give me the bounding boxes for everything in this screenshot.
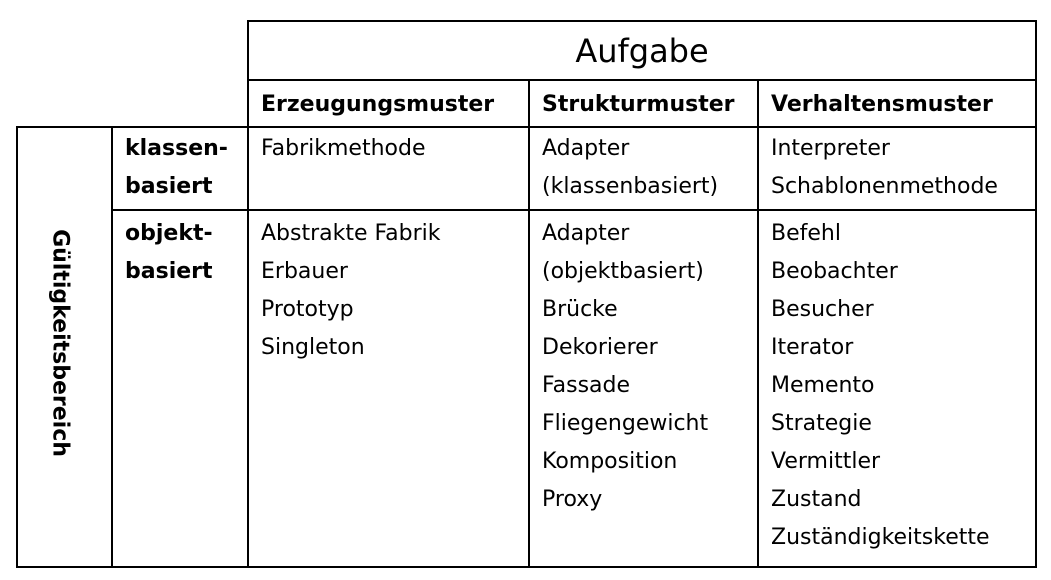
- row-header-line: basiert: [125, 259, 213, 284]
- list-item: Schablonenmethode: [771, 174, 998, 199]
- column-header-creational: Erzeugungsmuster: [261, 92, 495, 117]
- side-label-scope: Gültigkeitsbereich: [47, 229, 73, 457]
- list-item: Iterator: [771, 335, 854, 360]
- cell-object-behavioral: Befehl Beobachter Besucher Iterator Meme…: [759, 215, 1035, 557]
- cell-object-structural: Adapter (objektbasiert) Brücke Dekoriere…: [530, 215, 757, 519]
- cell-class-creational: Fabrikmethode: [249, 130, 528, 168]
- title-divider: [247, 79, 1037, 81]
- list-item: Vermittler: [771, 449, 881, 474]
- list-item: Adapter: [542, 221, 630, 246]
- list-item: Fabrikmethode: [261, 136, 426, 161]
- table-border-left: [16, 126, 18, 568]
- list-item: (objektbasiert): [542, 259, 704, 284]
- list-item: Abstrakte Fabrik: [261, 221, 441, 246]
- list-item: (klassenbasiert): [542, 174, 719, 199]
- list-item: Beobachter: [771, 259, 898, 284]
- row-header-object-based: objekt- basiert: [113, 215, 247, 291]
- list-item: Besucher: [771, 297, 874, 322]
- row-header-line: klassen-: [125, 136, 228, 161]
- list-item: Komposition: [542, 449, 678, 474]
- table-title: Aufgabe: [575, 32, 709, 70]
- header-divider: [16, 126, 1037, 128]
- list-item: Zustand: [771, 487, 862, 512]
- list-item: Befehl: [771, 221, 841, 246]
- list-item: Strategie: [771, 411, 872, 436]
- table-border-bottom: [16, 566, 1037, 568]
- column-header-structural: Strukturmuster: [542, 92, 735, 117]
- list-item: Memento: [771, 373, 875, 398]
- cell-object-creational: Abstrakte Fabrik Erbauer Prototyp Single…: [249, 215, 528, 367]
- list-item: Dekorierer: [542, 335, 658, 360]
- list-item: Fliegengewicht: [542, 411, 709, 436]
- row-divider: [111, 209, 1037, 211]
- list-item: Proxy: [542, 487, 603, 512]
- list-item: Zuständigkeitskette: [771, 525, 990, 550]
- list-item: Interpreter: [771, 136, 890, 161]
- cell-class-behavioral: Interpreter Schablonenmethode: [759, 130, 1035, 206]
- row-header-class-based: klassen- basiert: [113, 130, 247, 206]
- list-item: Adapter: [542, 136, 630, 161]
- table-border-right: [1035, 20, 1037, 568]
- list-item: Singleton: [261, 335, 365, 360]
- row-header-line: basiert: [125, 174, 213, 199]
- list-item: Erbauer: [261, 259, 348, 284]
- row-header-line: objekt-: [125, 221, 213, 246]
- column-header-behavioral: Verhaltensmuster: [771, 92, 993, 117]
- list-item: Prototyp: [261, 297, 354, 322]
- cell-class-structural: Adapter (klassenbasiert): [530, 130, 757, 206]
- list-item: Fassade: [542, 373, 631, 398]
- list-item: Brücke: [542, 297, 618, 322]
